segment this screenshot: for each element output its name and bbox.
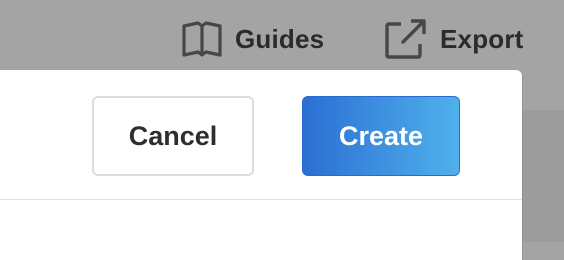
book-icon — [181, 19, 223, 59]
export-icon — [384, 18, 428, 60]
guides-label: Guides — [235, 23, 325, 54]
cancel-button[interactable]: Cancel — [92, 96, 254, 176]
guides-button[interactable]: Guides — [181, 18, 324, 60]
divider — [0, 199, 522, 200]
create-button[interactable]: Create — [302, 96, 460, 176]
export-label: Export — [440, 23, 524, 54]
export-button[interactable]: Export — [384, 18, 524, 60]
dimmed-background — [520, 110, 564, 242]
dialog-panel: Cancel Create — [0, 70, 522, 260]
